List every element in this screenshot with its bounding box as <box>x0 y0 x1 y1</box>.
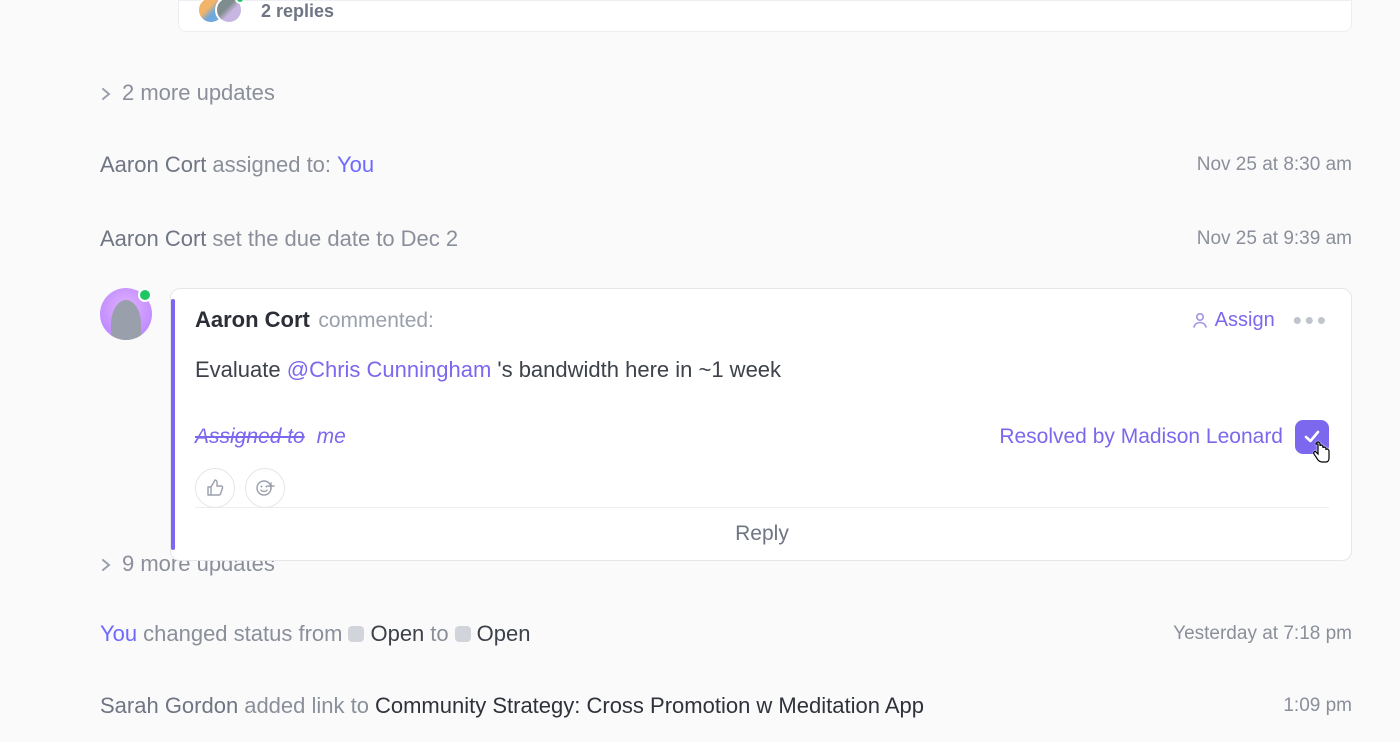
mention[interactable]: @Chris Cunningham <box>287 357 492 382</box>
assigned-to-label: Assigned to <box>195 425 305 448</box>
actor-link[interactable]: You <box>100 621 137 647</box>
person-icon <box>1191 309 1209 332</box>
assign-label: Assign <box>1215 309 1275 332</box>
assign-button[interactable]: Assign <box>1191 309 1275 332</box>
status-mid: to <box>430 621 448 647</box>
status-pill-icon <box>455 626 471 642</box>
chevron-right-icon <box>100 83 112 104</box>
status-from: Open <box>370 621 424 647</box>
author-avatar[interactable] <box>100 288 152 340</box>
thumbs-up-button[interactable] <box>195 468 235 508</box>
activity-time: Yesterday at 7:18 pm <box>1173 623 1352 645</box>
activity-verb: set the due date to <box>212 226 394 252</box>
comment-verb: commented: <box>318 309 434 332</box>
activity-row-link: Sarah Gordon added link to Community Str… <box>100 685 1352 727</box>
comment-text: Evaluate @Chris Cunningham 's bandwidth … <box>195 355 1329 386</box>
assigned-to-value: me <box>317 425 346 448</box>
status-pill-icon <box>348 626 364 642</box>
activity-verb: changed status from <box>143 621 342 647</box>
activity-time: Nov 25 at 9:39 am <box>1197 228 1352 250</box>
reply-label: Reply <box>735 522 789 545</box>
activity-row-assigned: Aaron Cort assigned to: You Nov 25 at 8:… <box>100 144 1352 186</box>
assignee-link[interactable]: You <box>337 152 374 178</box>
resolve-checkbox[interactable] <box>1295 420 1329 454</box>
emoji-react-button[interactable] <box>245 468 285 508</box>
activity-time: Nov 25 at 8:30 am <box>1197 154 1352 176</box>
activity-verb: assigned to: <box>212 152 331 178</box>
more-menu-icon[interactable]: ••• <box>1293 314 1329 327</box>
status-to: Open <box>477 621 531 647</box>
presence-dot <box>138 288 152 302</box>
cursor-pointer-icon <box>1309 440 1335 472</box>
comment-row: Aaron Cort commented: Assign ••• <box>100 288 1352 561</box>
activity-time: 1:09 pm <box>1283 695 1352 717</box>
activity-verb: added link to <box>244 693 369 719</box>
comment-text-part: 's bandwidth here in ~1 week <box>491 357 781 382</box>
comment-card: Aaron Cort commented: Assign ••• <box>170 288 1352 561</box>
more-updates-label: 2 more updates <box>122 80 275 106</box>
activity-row-status: You changed status from Open to Open Yes… <box>100 613 1352 655</box>
actor-name: Aaron Cort <box>100 226 206 252</box>
comment-thread-summary[interactable]: 2 replies <box>178 0 1352 32</box>
reply-button[interactable]: Reply <box>195 507 1329 560</box>
activity-row-due-date: Aaron Cort set the due date to Dec 2 Nov… <box>100 218 1352 260</box>
resolved-by-text: Resolved by Madison Leonard <box>999 425 1283 449</box>
avatar-stack <box>197 0 251 26</box>
comment-author: Aaron Cort <box>195 307 310 332</box>
comment-text-part: Evaluate <box>195 357 287 382</box>
replies-count: 2 replies <box>261 1 334 22</box>
actor-name: Aaron Cort <box>100 152 206 178</box>
actor-name: Sarah Gordon <box>100 693 238 719</box>
more-updates-toggle[interactable]: 2 more updates <box>100 72 1352 114</box>
due-date-value: Dec 2 <box>401 226 458 252</box>
linked-item-title[interactable]: Community Strategy: Cross Promotion w Me… <box>375 693 924 719</box>
